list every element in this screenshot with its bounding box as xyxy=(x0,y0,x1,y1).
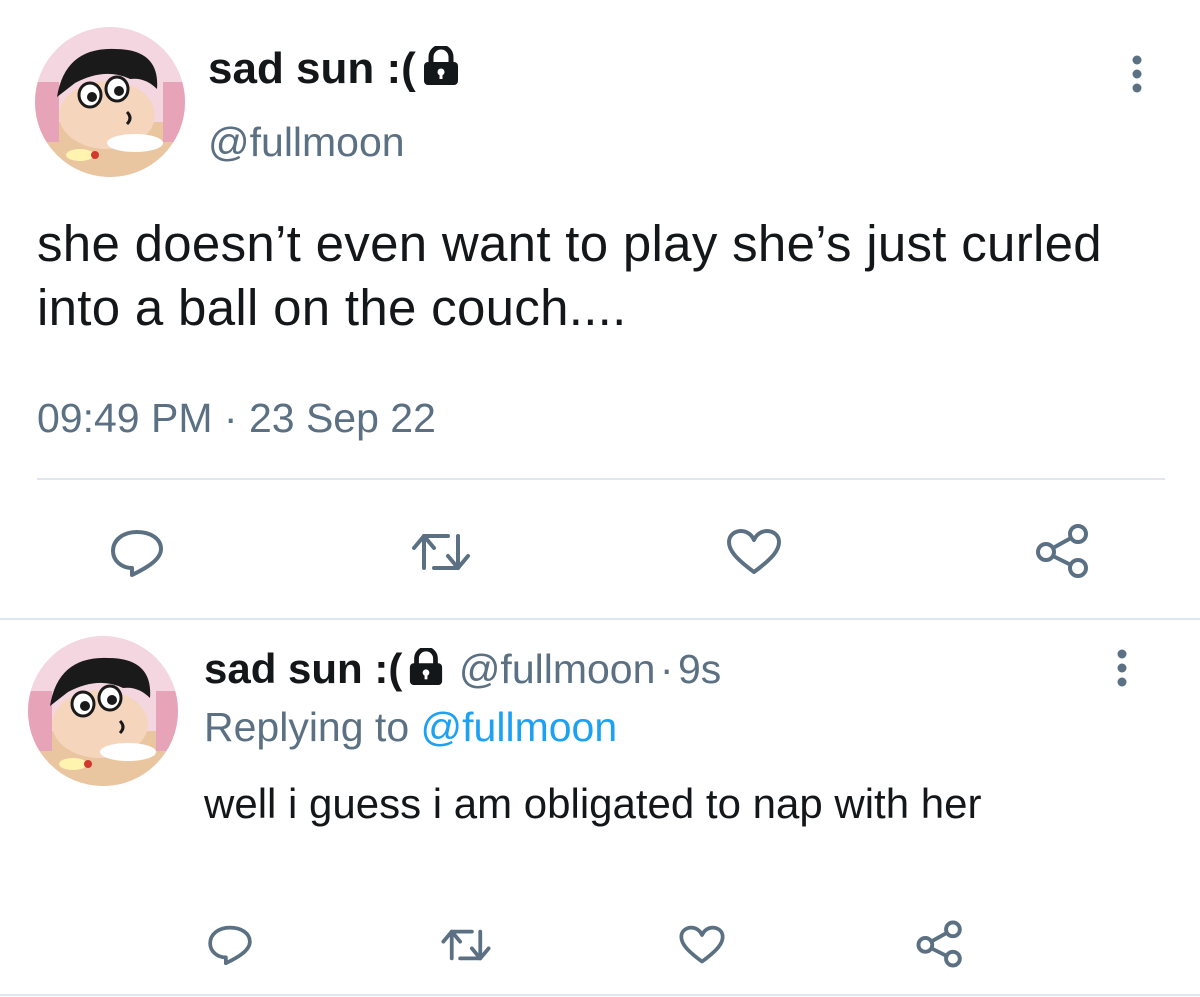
reply-icon[interactable] xyxy=(108,528,166,578)
handle[interactable]: @fullmoon xyxy=(459,646,656,692)
date: 23 Sep 22 xyxy=(248,395,436,441)
divider xyxy=(37,478,1165,480)
tweet-text: well i guess i am obligated to nap with … xyxy=(204,780,982,827)
lock-icon xyxy=(422,44,460,94)
separator: · xyxy=(659,646,674,692)
avatar-image xyxy=(35,27,185,177)
like-icon[interactable] xyxy=(725,528,783,576)
lock-icon xyxy=(408,646,444,693)
display-name[interactable]: sad sun :( xyxy=(208,44,460,94)
display-name[interactable]: sad sun :( xyxy=(204,645,444,692)
more-icon[interactable] xyxy=(1126,54,1148,94)
avatar-image xyxy=(28,636,178,786)
retweet-icon[interactable] xyxy=(440,926,492,964)
share-icon[interactable] xyxy=(915,920,965,968)
like-icon[interactable] xyxy=(678,924,726,966)
retweet-icon[interactable] xyxy=(410,530,472,574)
tweet-age[interactable]: 9s xyxy=(678,646,721,692)
handle[interactable]: @fullmoon xyxy=(208,122,405,163)
timestamp[interactable]: 09:49 PM · 23 Sep 22 xyxy=(37,398,436,439)
time: 09:49 PM xyxy=(37,395,213,441)
separator: · xyxy=(223,395,238,441)
replying-to: Replying to @fullmoon xyxy=(204,707,617,748)
more-icon[interactable] xyxy=(1111,648,1133,688)
reply-icon[interactable] xyxy=(206,924,254,966)
avatar[interactable] xyxy=(35,27,185,177)
display-name-text: sad sun :( xyxy=(208,44,416,93)
share-icon[interactable] xyxy=(1034,524,1092,578)
divider xyxy=(0,618,1200,620)
avatar[interactable] xyxy=(28,636,178,786)
tweet-text: she doesn’t even want to play she’s just… xyxy=(37,215,1102,336)
reply-header: sad sun :( @fullmoon · 9s xyxy=(204,645,721,693)
display-name-text: sad sun :( xyxy=(204,645,403,692)
replying-handle-link[interactable]: @fullmoon xyxy=(421,704,618,750)
divider xyxy=(0,994,1200,996)
replying-label: Replying to xyxy=(204,704,410,750)
